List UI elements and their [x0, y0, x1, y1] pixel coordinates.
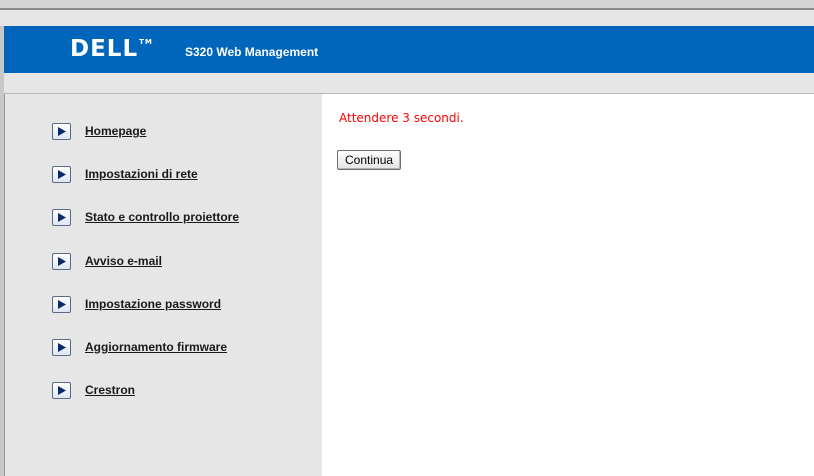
- play-arrow-icon[interactable]: [52, 252, 71, 270]
- play-arrow-icon[interactable]: [52, 208, 71, 226]
- nav-item-projector-status[interactable]: Stato e controllo proiettore: [52, 207, 239, 227]
- nav-link-password-settings[interactable]: Impostazione password: [85, 297, 221, 311]
- nav-item-homepage[interactable]: Homepage: [52, 121, 146, 141]
- wait-message: Attendere 3 secondi.: [339, 111, 464, 125]
- logo-text: DELL: [70, 36, 139, 62]
- dell-logo: DELLTM: [70, 36, 153, 62]
- top-strip: [0, 0, 814, 8]
- app-title: S320 Web Management: [185, 45, 319, 59]
- continue-button[interactable]: Continua: [337, 150, 402, 170]
- nav-item-crestron[interactable]: Crestron: [52, 380, 135, 400]
- sub-header-band: [4, 73, 814, 94]
- nav-link-network-settings[interactable]: Impostazioni di rete: [85, 167, 198, 181]
- logo-trademark: TM: [139, 38, 153, 46]
- nav-item-password-settings[interactable]: Impostazione password: [52, 294, 221, 314]
- nav-item-firmware-update[interactable]: Aggiornamento firmware: [52, 337, 227, 357]
- sidebar: Homepage Impostazioni di rete Stato e co…: [4, 94, 323, 476]
- nav-link-email-alert[interactable]: Avviso e-mail: [85, 254, 162, 268]
- header-bar: DELLTM S320 Web Management: [4, 26, 814, 73]
- nav-item-email-alert[interactable]: Avviso e-mail: [52, 251, 162, 271]
- nav-link-crestron[interactable]: Crestron: [85, 383, 135, 397]
- nav-item-network-settings[interactable]: Impostazioni di rete: [52, 164, 198, 184]
- nav-link-homepage[interactable]: Homepage: [85, 124, 146, 138]
- play-arrow-icon[interactable]: [52, 381, 71, 399]
- play-arrow-icon[interactable]: [52, 165, 71, 183]
- play-arrow-icon[interactable]: [52, 122, 71, 140]
- nav-link-firmware-update[interactable]: Aggiornamento firmware: [85, 340, 227, 354]
- main-content: Attendere 3 secondi. Continua: [322, 94, 814, 476]
- nav-link-projector-status[interactable]: Stato e controllo proiettore: [85, 210, 239, 224]
- header-band: [0, 10, 814, 26]
- play-arrow-icon[interactable]: [52, 338, 71, 356]
- play-arrow-icon[interactable]: [52, 295, 71, 313]
